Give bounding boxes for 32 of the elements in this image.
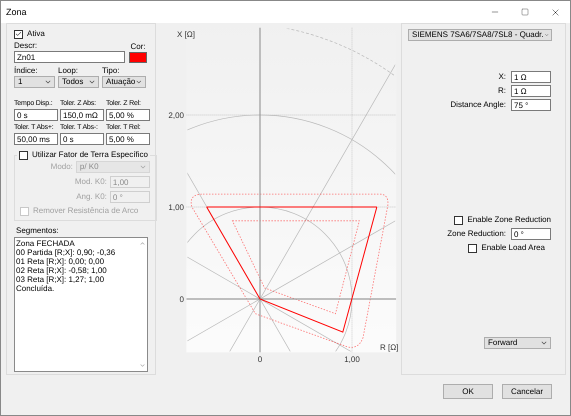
checkbox-label: Enable Load Area: [481, 243, 545, 253]
checkbox-label: Enable Zone Reduction: [467, 215, 551, 225]
field-label: Segmentos:: [16, 226, 59, 235]
axis-label: X [Ω]: [177, 30, 195, 39]
segment-line: 03 Reta [R;X]: 1,27; 1,00: [16, 275, 106, 284]
checkbox-label: Utilizar Fator de Terra Específico: [32, 150, 148, 160]
field-label: Mod. K0:: [74, 177, 107, 187]
tick-label: 1,00: [168, 203, 184, 212]
field-label: Distance Angle:: [450, 100, 506, 110]
window-title: Zona: [6, 7, 27, 17]
segment-line: Concluída.: [16, 284, 56, 293]
field-label: Loop:: [58, 66, 80, 76]
axis-label: R [Ω]: [380, 343, 398, 352]
checkbox-label: Ativa: [27, 29, 45, 39]
segment-line: 01 Reta [R;X]: 0,00; 0,00: [16, 257, 106, 266]
field-label: Índice:: [14, 66, 39, 76]
checkbox-label: Remover Resistência de Arco: [33, 206, 138, 216]
field-label: R:: [498, 86, 506, 96]
tick-label: 0: [180, 295, 184, 304]
segment-line: 00 Partida [R;X]: 0,90; -0,36: [16, 248, 116, 257]
field-label: Ang. K0:: [76, 192, 107, 202]
field-label: Cor:: [130, 42, 146, 52]
tick-label: 0: [258, 355, 262, 364]
tick-label: 1,00: [344, 355, 360, 364]
field-label: Modo:: [50, 162, 73, 172]
field-label: Zone Reduction:: [447, 229, 506, 239]
segment-line: 02 Reta [R;X]: -0,58; 1,00: [16, 266, 108, 275]
tick-label: 2,00: [168, 111, 184, 120]
segment-line: Zona FECHADA: [16, 239, 76, 248]
field-label: Tipo:: [102, 66, 120, 76]
field-label: Descr:: [14, 41, 38, 51]
field-label: X:: [498, 72, 506, 82]
